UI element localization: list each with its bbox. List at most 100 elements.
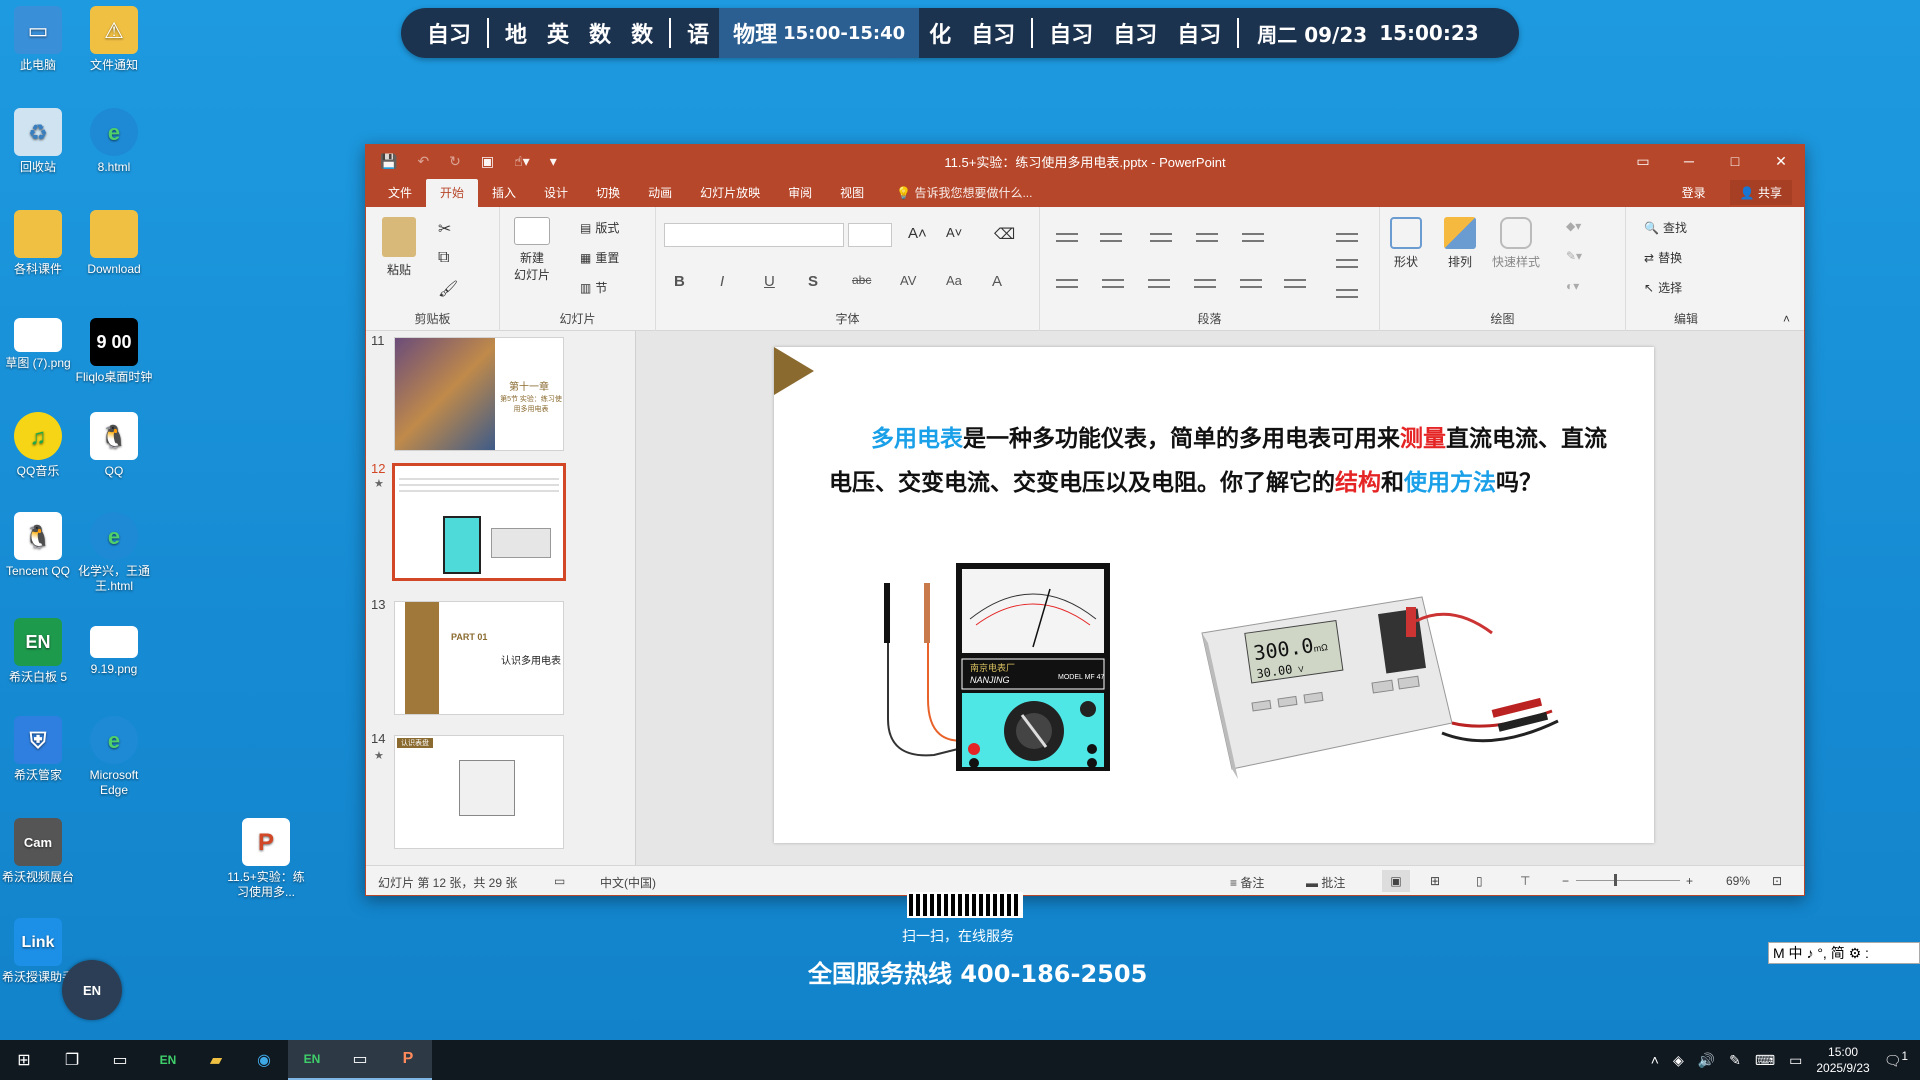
slideshow-view-icon[interactable]: ⊤ bbox=[1520, 874, 1530, 888]
zoom-in-icon[interactable]: + bbox=[1686, 874, 1693, 888]
desktop-icon-tencent-qq[interactable]: 🐧 Tencent QQ bbox=[0, 512, 78, 579]
notification-center-icon[interactable]: 🗨1 bbox=[1884, 1050, 1908, 1070]
save-icon[interactable]: 💾 bbox=[380, 153, 397, 170]
align-center-icon[interactable] bbox=[1102, 277, 1124, 291]
align-text-icon[interactable] bbox=[1336, 257, 1358, 271]
windows-start-icon[interactable]: ⊞ bbox=[0, 1040, 48, 1080]
justify-icon[interactable] bbox=[1194, 277, 1216, 291]
layout-button[interactable]: ▤ 版式 bbox=[580, 219, 619, 236]
taskbar-seewo-active-icon[interactable]: EN bbox=[288, 1040, 336, 1080]
quick-styles-button[interactable]: 快速样式 bbox=[1492, 217, 1540, 270]
present-from-start-icon[interactable]: ▣ bbox=[481, 153, 494, 170]
select-button[interactable]: ↖ 选择 bbox=[1644, 279, 1682, 296]
normal-view-icon[interactable]: ▣ bbox=[1382, 870, 1410, 892]
volume-icon[interactable]: 🔊 bbox=[1698, 1052, 1715, 1069]
desktop-icon-download[interactable]: Download bbox=[74, 210, 154, 277]
sign-in-link[interactable]: 登录 bbox=[1682, 184, 1706, 201]
arrange-button[interactable]: 排列 bbox=[1444, 217, 1476, 270]
pen-icon[interactable]: ✎ bbox=[1729, 1052, 1741, 1069]
keyboard-icon[interactable]: ⌨ bbox=[1755, 1052, 1775, 1069]
paste-button[interactable]: 粘贴 bbox=[382, 217, 416, 278]
taskbar-camera-icon[interactable]: ▭ bbox=[96, 1040, 144, 1080]
tab-insert[interactable]: 插入 bbox=[478, 179, 530, 207]
distributed-icon[interactable] bbox=[1240, 277, 1262, 291]
copy-icon[interactable]: ⧉ bbox=[438, 249, 449, 267]
new-slide-button[interactable]: 新建 幻灯片 bbox=[514, 217, 550, 283]
taskbar-seewo-icon[interactable]: EN bbox=[144, 1040, 192, 1080]
font-name-combo[interactable] bbox=[664, 223, 844, 247]
maximize-button[interactable]: □ bbox=[1712, 145, 1758, 177]
tab-view[interactable]: 视图 bbox=[826, 179, 878, 207]
reading-view-icon[interactable]: ▯ bbox=[1476, 874, 1483, 888]
tab-slideshow[interactable]: 幻灯片放映 bbox=[686, 179, 774, 207]
desktop-icon-seewo-board[interactable]: EN 希沃白板 5 bbox=[0, 618, 78, 685]
desktop-icon-edge[interactable]: e Microsoft Edge bbox=[74, 716, 154, 798]
ime-toolbar[interactable]: M 中 ♪ °, 简 ⚙ : bbox=[1768, 942, 1920, 964]
share-button[interactable]: 👤 共享 bbox=[1729, 179, 1792, 205]
redo-icon[interactable]: ↻ bbox=[449, 153, 461, 170]
smartart-icon[interactable] bbox=[1336, 287, 1358, 301]
tray-overflow-icon[interactable]: ˄ bbox=[1651, 1052, 1659, 1068]
slide-sorter-icon[interactable]: ⊞ bbox=[1430, 874, 1440, 888]
task-view-icon[interactable]: ❐ bbox=[48, 1040, 96, 1080]
shadow-button[interactable]: S bbox=[808, 273, 818, 290]
change-case-button[interactable]: Aa bbox=[946, 273, 962, 288]
desktop-icon-pptx-file[interactable]: P 11.5+实验：练习使用多... bbox=[226, 818, 306, 900]
shape-fill-icon[interactable]: ◆▾ bbox=[1566, 219, 1581, 233]
desktop-icon-this-pc[interactable]: ▭ 此电脑 bbox=[0, 6, 78, 73]
desktop-icon-qq[interactable]: 🐧 QQ bbox=[74, 412, 154, 479]
italic-button[interactable]: I bbox=[720, 273, 724, 290]
taskbar-powerpoint-icon[interactable]: P bbox=[384, 1040, 432, 1080]
strikethrough-button[interactable]: abc bbox=[852, 273, 871, 287]
shapes-button[interactable]: 形状 bbox=[1390, 217, 1422, 270]
increase-font-icon[interactable]: A˄ bbox=[908, 225, 927, 242]
line-spacing-icon[interactable] bbox=[1242, 231, 1264, 245]
decrease-indent-icon[interactable] bbox=[1150, 231, 1172, 245]
slide-thumbnail-11[interactable]: 第十一章 第5节 实验：练习使用多用电表 bbox=[394, 337, 564, 451]
taskbar-clock[interactable]: 15:00 2025/9/23 bbox=[1816, 1044, 1869, 1076]
tab-review[interactable]: 审阅 bbox=[774, 179, 826, 207]
tray-app-icon[interactable]: ◈ bbox=[1673, 1052, 1684, 1069]
bold-button[interactable]: B bbox=[674, 273, 685, 290]
tab-design[interactable]: 设计 bbox=[530, 179, 582, 207]
current-slide[interactable]: 多用电表是一种多功能仪表，简单的多用电表可用来测量直流电流、直流电压、交变电流、… bbox=[774, 347, 1654, 843]
desktop-icon-chem-html[interactable]: e 化学兴，王通王.html bbox=[74, 512, 154, 594]
spellcheck-icon[interactable]: ▭ bbox=[554, 874, 565, 888]
undo-icon[interactable]: ↶ bbox=[417, 153, 429, 170]
notes-button[interactable]: ≡ 备注 bbox=[1230, 874, 1264, 891]
slide-thumbnail-12[interactable] bbox=[392, 463, 566, 581]
text-direction-icon[interactable] bbox=[1336, 231, 1358, 245]
zoom-slider[interactable] bbox=[1576, 880, 1680, 881]
network-icon[interactable]: ▭ bbox=[1789, 1052, 1802, 1069]
tab-home[interactable]: 开始 bbox=[426, 179, 479, 207]
slide-body-text[interactable]: 多用电表是一种多功能仪表，简单的多用电表可用来测量直流电流、直流电压、交变电流、… bbox=[829, 417, 1619, 505]
collapse-ribbon-icon[interactable]: ˄ bbox=[1783, 312, 1790, 326]
zoom-out-icon[interactable]: − bbox=[1562, 874, 1569, 888]
reset-button[interactable]: ▦ 重置 bbox=[580, 249, 619, 266]
numbering-icon[interactable] bbox=[1100, 231, 1122, 245]
tab-file[interactable]: 文件 bbox=[374, 179, 426, 207]
close-button[interactable]: ✕ bbox=[1758, 145, 1804, 177]
customize-toolbar-icon[interactable]: ▾ bbox=[550, 153, 557, 170]
tab-transitions[interactable]: 切换 bbox=[582, 179, 634, 207]
underline-button[interactable]: U bbox=[764, 273, 775, 290]
bullets-icon[interactable] bbox=[1056, 231, 1078, 245]
increase-indent-icon[interactable] bbox=[1196, 231, 1218, 245]
slide-thumbnail-14[interactable]: 认识表盘 bbox=[394, 735, 564, 849]
taskbar-edge-icon[interactable]: ◉ bbox=[240, 1040, 288, 1080]
section-button[interactable]: ▥ 节 bbox=[580, 279, 607, 296]
format-painter-icon[interactable]: 🖌 bbox=[438, 279, 458, 299]
align-left-icon[interactable] bbox=[1056, 277, 1078, 291]
minimize-button[interactable]: ─ bbox=[1666, 145, 1712, 177]
ribbon-display-options-icon[interactable]: ▭ bbox=[1620, 145, 1666, 177]
decrease-font-icon[interactable]: A˅ bbox=[946, 225, 962, 240]
replace-button[interactable]: ⇄ 替换 bbox=[1644, 249, 1682, 266]
find-button[interactable]: 🔍 查找 bbox=[1644, 219, 1687, 236]
desktop-icon-8-html[interactable]: e 8.html bbox=[74, 108, 154, 175]
fit-to-window-icon[interactable]: ⊡ bbox=[1772, 874, 1782, 888]
font-size-combo[interactable] bbox=[848, 223, 892, 247]
desktop-icon-seewo-camera[interactable]: Cam 希沃视频展台 bbox=[0, 818, 78, 885]
touch-mode-icon[interactable]: ☝▾ bbox=[514, 153, 530, 170]
shape-outline-icon[interactable]: ✎▾ bbox=[1566, 249, 1582, 263]
desktop-icon-recycle-bin[interactable]: ♻ 回收站 bbox=[0, 108, 78, 175]
